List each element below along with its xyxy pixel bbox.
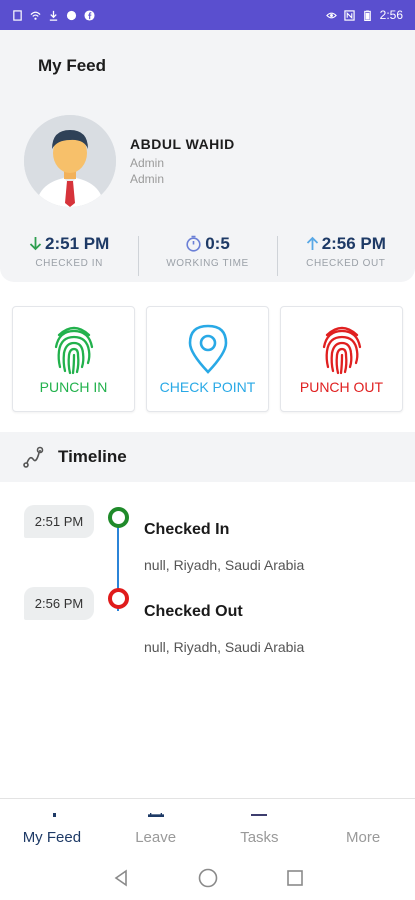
- profile-card: ABDUL WAHID Admin Admin: [0, 102, 415, 220]
- event-title-checked-out: Checked Out: [144, 603, 243, 620]
- user-name: ABDUL WAHID: [130, 136, 235, 152]
- feed-icon: [52, 813, 56, 817]
- user-department: Admin: [130, 172, 165, 186]
- nav-more-label: More: [346, 829, 381, 846]
- stat-checked-out: 2:56 PM CHECKED OUT: [276, 233, 415, 276]
- document-icon: [13, 9, 22, 21]
- stopwatch-icon: [186, 235, 201, 252]
- punch-out-label: PUNCH OUT: [299, 379, 384, 395]
- working-time-value: 0:5: [205, 233, 230, 253]
- checked-out-time: 2:56 PM: [321, 233, 386, 253]
- eye-icon: [325, 12, 337, 18]
- timeline-header: Timeline: [0, 432, 415, 482]
- bottom-nav: My Feed Leave Tasks More: [0, 798, 415, 856]
- page-title: My Feed: [38, 56, 107, 75]
- nav-tasks-label: Tasks: [240, 829, 279, 846]
- action-cards: PUNCH IN CHECK POINT PUNCH OUT: [0, 306, 415, 412]
- nfc-icon: [343, 9, 355, 21]
- arrow-down-icon: [29, 237, 42, 251]
- battery-icon: [363, 9, 371, 21]
- user-avatar-icon: [24, 115, 116, 207]
- stat-working-time: 0:5 WORKING TIME: [138, 233, 276, 276]
- fingerprint-icon: [54, 326, 93, 375]
- status-bar: 2:56: [0, 0, 415, 30]
- home-icon[interactable]: [197, 867, 219, 889]
- nav-leave-label: Leave: [135, 829, 177, 846]
- punch-in-label: PUNCH IN: [39, 379, 108, 395]
- recents-icon[interactable]: [285, 868, 305, 888]
- facebook-icon: [84, 9, 95, 21]
- timeline-title: Timeline: [58, 447, 127, 466]
- page-header: My Feed: [0, 30, 415, 102]
- wifi-icon: [30, 11, 41, 20]
- circle-icon: [66, 10, 77, 20]
- punch-in-button[interactable]: PUNCH IN: [12, 306, 135, 412]
- tasks-icon: [251, 814, 268, 816]
- event-title-checked-in: Checked In: [144, 521, 230, 538]
- route-icon: [23, 446, 44, 468]
- download-icon: [49, 10, 58, 21]
- event-time-checked-out: 2:56 PM: [24, 587, 94, 620]
- nav-my-feed-label: My Feed: [22, 829, 82, 846]
- back-icon[interactable]: [111, 868, 131, 888]
- working-time-label: WORKING TIME: [166, 257, 249, 269]
- event-dot-checked-out: [108, 588, 129, 609]
- user-role: Admin: [130, 156, 165, 170]
- location-pin-icon: [188, 324, 227, 374]
- punch-out-button[interactable]: PUNCH OUT: [280, 306, 403, 412]
- status-right-icons: 2:56: [325, 8, 403, 22]
- nav-my-feed[interactable]: My Feed: [0, 799, 104, 856]
- event-time-checked-in: 2:51 PM: [24, 505, 94, 538]
- profile-info: ABDUL WAHID Admin Admin: [130, 136, 235, 186]
- checked-in-label: CHECKED IN: [35, 257, 103, 269]
- status-left-icons: [12, 9, 95, 21]
- check-point-button[interactable]: CHECK POINT: [146, 306, 269, 412]
- nav-more[interactable]: More: [311, 799, 415, 856]
- checked-in-time: 2:51 PM: [45, 233, 110, 253]
- nav-tasks[interactable]: Tasks: [208, 799, 312, 856]
- check-point-label: CHECK POINT: [159, 379, 256, 395]
- event-dot-checked-in: [108, 507, 129, 528]
- event-location-checked-in: null, Riyadh, Saudi Arabia: [144, 557, 305, 573]
- status-time: 2:56: [379, 8, 403, 22]
- calendar-icon: [147, 813, 164, 817]
- nav-leave[interactable]: Leave: [104, 799, 208, 856]
- system-nav-bar: [0, 856, 415, 900]
- attendance-stats: 2:51 PM CHECKED IN 0:5 WORKING TIME 2:56…: [0, 220, 415, 282]
- fingerprint-icon: [322, 326, 361, 375]
- checked-out-label: CHECKED OUT: [306, 257, 386, 269]
- arrow-up-icon: [306, 236, 318, 250]
- stat-checked-in: 2:51 PM CHECKED IN: [0, 234, 138, 269]
- event-location-checked-out: null, Riyadh, Saudi Arabia: [144, 639, 305, 655]
